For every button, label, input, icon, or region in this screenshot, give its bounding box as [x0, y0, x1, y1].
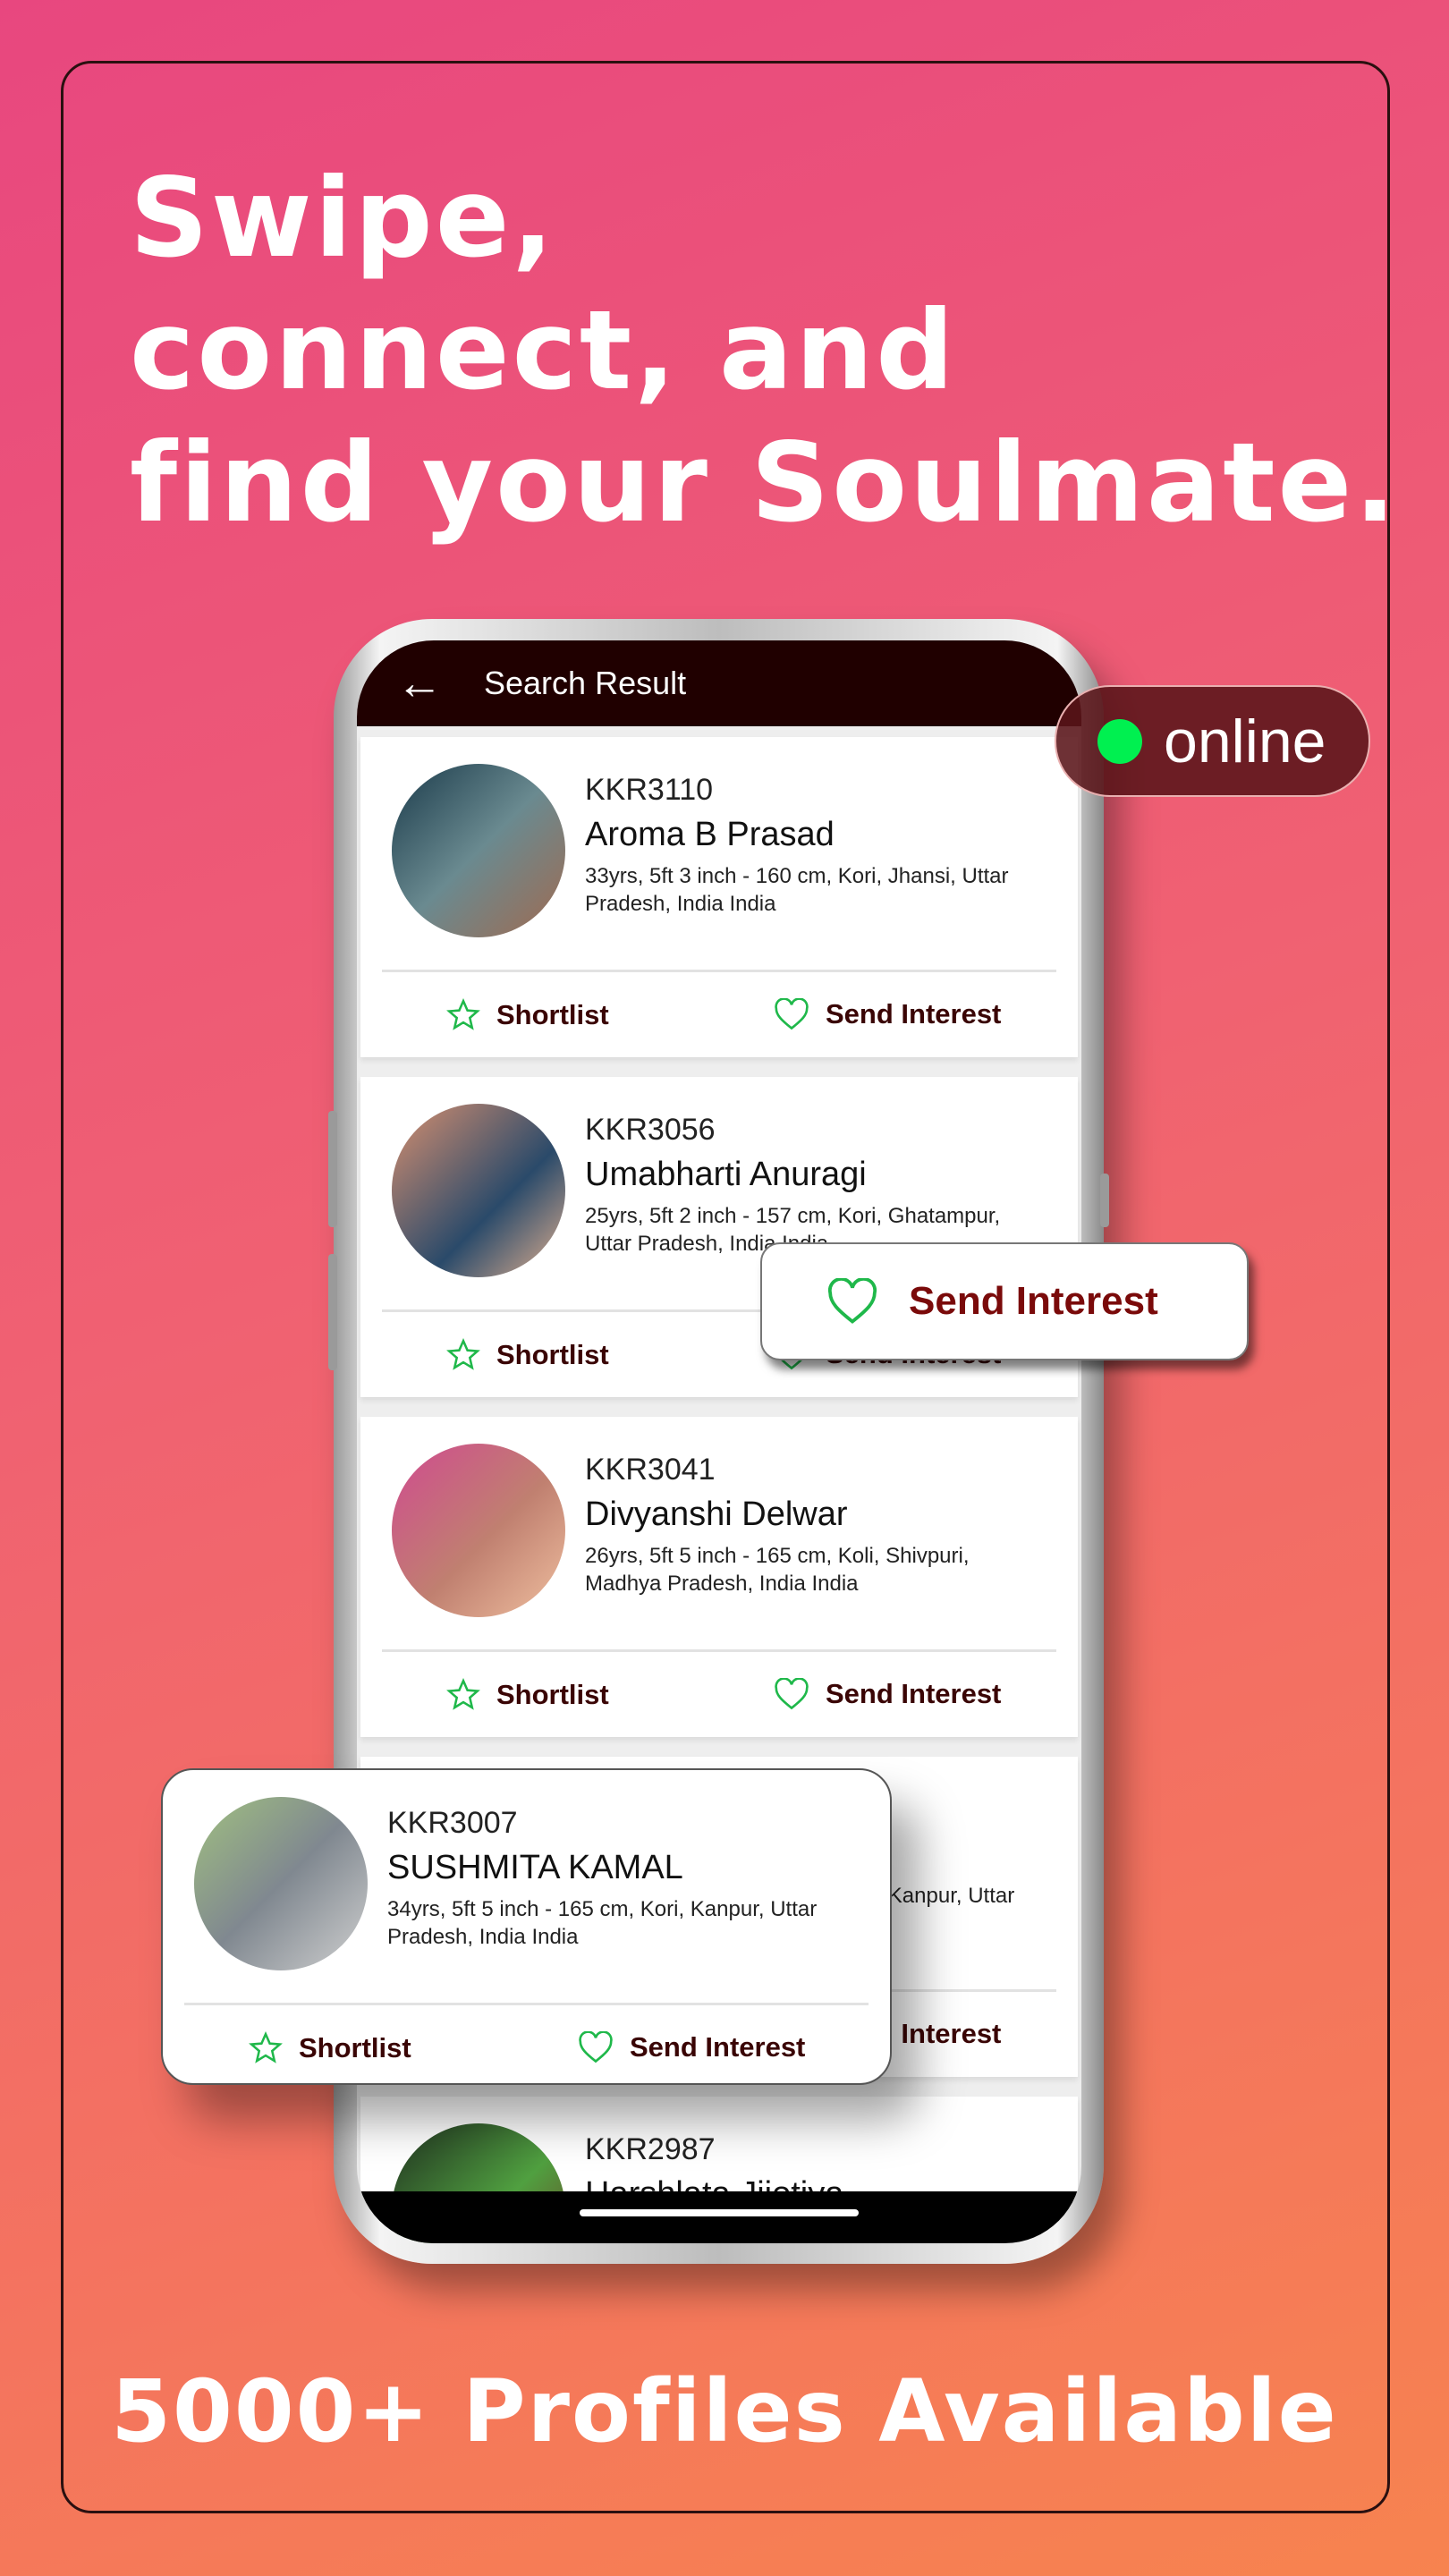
send-interest-label: Send Interest [630, 2031, 806, 2063]
headline: Swipe, connect, and find your Soulmate. [130, 152, 1399, 549]
star-outline-icon [446, 1678, 480, 1712]
profile-photo[interactable] [392, 1444, 565, 1617]
send-interest-label: Send Interest [826, 1678, 1002, 1709]
volume-button [328, 1254, 337, 1370]
profile-card[interactable]: KKR3041 Divyanshi Delwar 26yrs, 5ft 5 in… [360, 1417, 1078, 1737]
heart-outline-icon [826, 1278, 878, 1325]
divider [382, 1649, 1056, 1652]
home-indicator[interactable] [580, 2209, 859, 2216]
shortlist-label: Shortlist [299, 2032, 411, 2063]
heart-outline-icon [578, 2031, 614, 2063]
send-interest-button[interactable]: Send Interest [774, 998, 1001, 1030]
profile-id: KKR2987 [585, 2132, 716, 2166]
profile-photo[interactable] [194, 1797, 368, 1970]
profile-name[interactable]: Umabharti Anuragi [585, 1156, 867, 1194]
profile-id: KKR3007 [387, 1806, 518, 1840]
app-header: ← Search Result [357, 640, 1081, 726]
footer-tagline: 5000+ Profiles Available [111, 2361, 1338, 2462]
profile-photo[interactable] [392, 1104, 565, 1277]
profile-details: 34yrs, 5ft 5 inch - 165 cm, Kori, Kanpur… [387, 1897, 818, 1949]
profile-details: 33yrs, 5ft 3 inch - 160 cm, Kori, Jhansi… [585, 864, 1009, 916]
profile-id: KKR3041 [585, 1453, 716, 1487]
page-title: Search Result [484, 665, 687, 701]
profile-details: 26yrs, 5ft 5 inch - 165 cm, Koli, Shivpu… [585, 1544, 970, 1596]
star-outline-icon [249, 2031, 283, 2065]
profile-id: KKR3056 [585, 1113, 716, 1147]
send-interest-label: Send Interest [826, 998, 1002, 1030]
shortlist-button[interactable]: Shortlist [446, 1678, 609, 1712]
send-interest-label: Send Interest [909, 1279, 1158, 1323]
star-outline-icon [446, 1338, 480, 1372]
volume-button [328, 1111, 337, 1227]
profile-card[interactable]: KKR3110 Aroma B Prasad 33yrs, 5ft 3 inch… [360, 737, 1078, 1057]
profile-name[interactable]: SUSHMITA KAMAL [387, 1849, 683, 1887]
arrow-left-icon[interactable]: ← [396, 657, 484, 710]
shortlist-button[interactable]: Shortlist [249, 2031, 411, 2065]
shortlist-button[interactable]: Shortlist [446, 1338, 609, 1372]
headline-line: connect, and [130, 287, 957, 414]
divider [184, 2003, 869, 2005]
profile-id: KKR3110 [585, 773, 714, 807]
headline-line: Swipe, [130, 155, 556, 282]
system-nav-bar [357, 2191, 1081, 2243]
send-interest-button[interactable]: Send Interest [578, 2031, 805, 2063]
power-button [1100, 1174, 1109, 1227]
online-badge: online [1055, 685, 1370, 797]
heart-outline-icon [774, 998, 809, 1030]
featured-profile-card[interactable]: KKR3007 SUSHMITA KAMAL 34yrs, 5ft 5 inch… [161, 1768, 892, 2085]
heart-outline-icon [774, 1678, 809, 1710]
shortlist-label: Shortlist [496, 1339, 609, 1370]
divider [382, 970, 1056, 972]
profile-name[interactable]: Aroma B Prasad [585, 816, 835, 854]
profile-name[interactable]: Divyanshi Delwar [585, 1496, 848, 1534]
online-label: online [1164, 707, 1326, 775]
shortlist-label: Shortlist [496, 1679, 609, 1710]
shortlist-label: Shortlist [496, 999, 609, 1030]
send-interest-popup-button[interactable]: Send Interest [760, 1242, 1249, 1360]
online-dot-icon [1097, 718, 1142, 764]
profile-photo[interactable] [392, 764, 565, 937]
send-interest-button[interactable]: Send Interest [774, 1678, 1001, 1710]
star-outline-icon [446, 998, 480, 1032]
shortlist-button[interactable]: Shortlist [446, 998, 609, 1032]
headline-line: find your Soulmate. [130, 419, 1399, 547]
